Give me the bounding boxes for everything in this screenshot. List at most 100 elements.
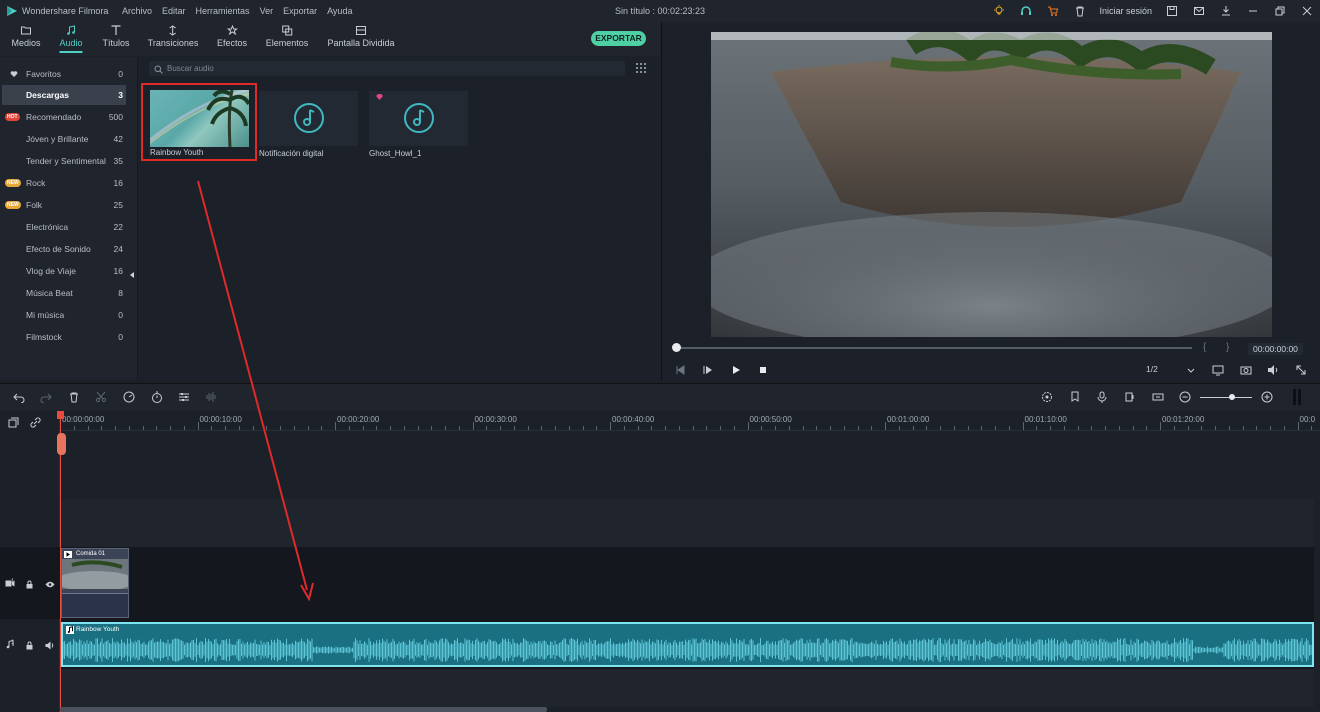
link-icon[interactable] — [30, 417, 41, 428]
skip-back-icon[interactable] — [674, 364, 686, 376]
mail-icon[interactable] — [1185, 0, 1212, 22]
volume-icon[interactable] — [1267, 364, 1279, 376]
ruler-tick — [761, 426, 763, 430]
playback-scrubber[interactable] — [672, 343, 681, 352]
play-icon[interactable] — [730, 364, 742, 376]
add-track-icon[interactable] — [8, 417, 19, 428]
lock-icon[interactable] — [25, 641, 34, 650]
microphone-icon[interactable] — [1096, 391, 1108, 403]
tab-transiciones[interactable]: Transiciones — [148, 25, 198, 48]
trash-icon[interactable] — [1066, 0, 1093, 22]
search-input[interactable]: Buscar audio — [149, 61, 625, 76]
zoom-out-icon[interactable] — [1179, 391, 1191, 403]
audio-mixer-icon[interactable] — [205, 391, 217, 403]
tab-titulos[interactable]: Títulos — [102, 25, 130, 48]
zoom-slider-handle[interactable] — [1229, 394, 1235, 400]
ruler-tick — [1283, 426, 1285, 430]
audio-clip[interactable]: Rainbow Youth — [61, 622, 1314, 667]
speed-icon[interactable] — [123, 391, 135, 403]
adjust-icon[interactable] — [178, 391, 190, 403]
redo-icon[interactable] — [40, 391, 52, 403]
ruler-tick — [197, 422, 199, 430]
save-icon[interactable] — [1158, 0, 1185, 22]
marker-icon[interactable] — [1069, 391, 1081, 403]
mark-out-button[interactable]: } — [1226, 342, 1229, 353]
timeline-ruler[interactable]: 00:00:00:00 00:00:10:00 00:00:20:00 00:00:3… — [60, 411, 1320, 431]
playback-progress-bar[interactable] — [676, 347, 1192, 349]
playhead-marker[interactable] — [57, 433, 66, 455]
ruler-tick — [1063, 426, 1065, 430]
restore-icon[interactable] — [1266, 0, 1293, 22]
search-icon — [154, 65, 163, 74]
tab-efectos[interactable]: Efectos — [217, 25, 247, 48]
step-frame-icon[interactable] — [702, 364, 714, 376]
headset-icon[interactable] — [1012, 0, 1039, 22]
ruler-tick — [720, 426, 721, 430]
library-item-ghost-howl[interactable]: Ghost_Howl_1 — [369, 91, 468, 158]
sidebar-item-musica-beat[interactable]: Música Beat 8 — [2, 283, 126, 303]
download-icon[interactable] — [1212, 0, 1239, 22]
stop-icon[interactable] — [757, 364, 769, 376]
bulb-icon[interactable] — [985, 0, 1012, 22]
sidebar-item-electronica[interactable]: Electrónica 22 — [2, 217, 126, 237]
fullscreen-icon[interactable] — [1295, 364, 1307, 376]
minimize-icon[interactable] — [1239, 0, 1266, 22]
video-clip-audio-strip — [62, 593, 128, 617]
playhead-handle[interactable] — [57, 411, 64, 419]
video-clip[interactable]: Comida 01 — [61, 548, 129, 618]
tab-elementos[interactable]: Elementos — [266, 25, 308, 48]
cart-icon[interactable] — [1039, 0, 1066, 22]
playhead[interactable] — [60, 411, 61, 712]
ruler-tick — [940, 426, 941, 430]
zoom-slider[interactable] — [1200, 397, 1252, 398]
preview-quality-select[interactable]: 1/2 — [1146, 364, 1158, 374]
export-button[interactable]: EXPORTAR — [591, 31, 646, 46]
timeline-pause-icon[interactable] — [1291, 389, 1303, 405]
ruler-tick — [1242, 426, 1244, 430]
lock-icon[interactable] — [25, 580, 34, 589]
ruler-tick — [486, 426, 488, 430]
sidebar-item-joven[interactable]: Jóven y Brillante 42 — [2, 129, 126, 149]
sidebar-item-efecto-sonido[interactable]: Efecto de Sonido 24 — [2, 239, 126, 259]
close-icon[interactable] — [1293, 0, 1320, 22]
chevron-down-icon[interactable] — [1187, 364, 1195, 376]
sidebar-item-recomendado[interactable]: HOT Recomendado 500 — [2, 107, 126, 127]
timeline-scrollbar[interactable] — [60, 707, 547, 712]
tab-audio[interactable]: Audio — [59, 25, 83, 53]
signin-link[interactable]: Iniciar sesión — [1093, 6, 1158, 16]
eye-icon[interactable] — [45, 580, 55, 589]
sidebar-item-folk[interactable]: NEW Folk 25 — [2, 195, 126, 215]
ruler-tick — [582, 426, 584, 430]
ruler-tick — [376, 426, 378, 430]
sidebar-item-vlog[interactable]: Vlog de Viaje 16 — [2, 261, 126, 281]
snapshot-icon[interactable] — [1240, 364, 1252, 376]
ruler-tick — [1215, 426, 1216, 430]
duration-icon[interactable] — [151, 391, 163, 403]
sidebar-item-rock[interactable]: NEW Rock 16 — [2, 173, 126, 193]
render-icon[interactable] — [1041, 391, 1053, 403]
ruler-tick — [912, 426, 914, 430]
ruler-tick — [1297, 422, 1299, 430]
delete-icon[interactable] — [68, 391, 80, 403]
ruler-tick — [142, 426, 144, 430]
tab-medios[interactable]: Medios — [11, 25, 41, 48]
mark-in-button[interactable]: { — [1203, 342, 1206, 353]
sidebar-item-tender[interactable]: Tender y Sentimental 35 — [2, 151, 126, 171]
zoom-in-icon[interactable] — [1261, 391, 1273, 403]
voiceover-icon[interactable] — [1124, 391, 1136, 403]
library-item-notificacion-digital[interactable]: Notificación digital — [259, 91, 358, 158]
grid-view-icon[interactable] — [636, 63, 646, 73]
display-settings-icon[interactable] — [1212, 364, 1224, 376]
speaker-icon[interactable] — [45, 641, 55, 650]
sidebar-item-mi-musica[interactable]: Mi música 0 — [2, 305, 126, 325]
sidebar-item-filmstock[interactable]: Filmstock 0 — [2, 327, 126, 347]
collapse-sidebar-icon[interactable] — [130, 272, 134, 278]
snapshot-track-icon[interactable] — [1152, 391, 1164, 403]
tab-pantalla-dividida[interactable]: Pantalla Dividida — [327, 25, 395, 48]
sidebar-item-favoritos[interactable]: Favoritos 0 — [2, 64, 126, 84]
undo-icon[interactable] — [13, 391, 25, 403]
cut-icon[interactable] — [95, 391, 107, 403]
sidebar-item-descargas[interactable]: Descargas 3 — [2, 85, 126, 105]
ruler-tick — [678, 426, 680, 430]
ruler-label: 00:01:00:00 — [887, 415, 930, 424]
